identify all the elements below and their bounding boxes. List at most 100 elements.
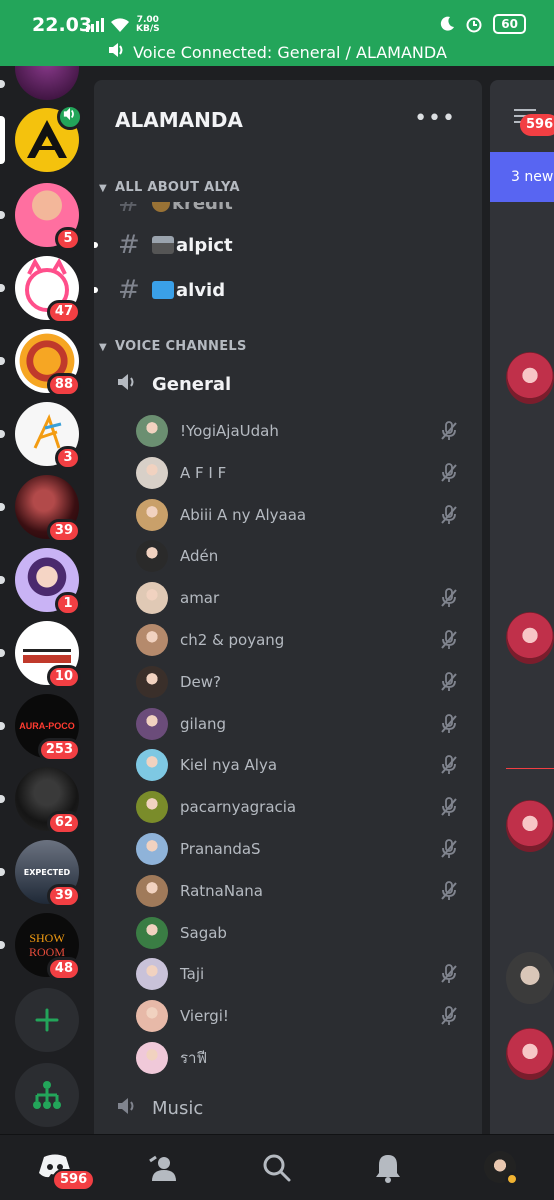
muted-mic-icon: [441, 588, 457, 608]
voice-member[interactable]: ch2 & poyang: [136, 623, 466, 657]
voice-member[interactable]: amar: [136, 581, 466, 615]
server-icon-alamanda[interactable]: [0, 104, 83, 172]
avatar[interactable]: [506, 800, 554, 852]
add-server-button[interactable]: [15, 988, 79, 1052]
voice-member[interactable]: Dew?: [136, 665, 466, 699]
voice-member-name: pacarnyagracia: [180, 798, 297, 817]
server-name[interactable]: ALAMANDA: [115, 108, 243, 132]
voice-connected-bar[interactable]: 22.03 7.00 KB/S 60 Voice Connected: Gener…: [0, 0, 554, 66]
category-header[interactable]: ▼ VOICE CHANNELS: [99, 339, 247, 354]
server-icon[interactable]: 3: [0, 402, 81, 470]
avatar: [136, 833, 168, 865]
server-icon-text: EXPECTED: [23, 867, 71, 877]
avatar: [136, 582, 168, 615]
muted-mic-icon: [441, 671, 457, 691]
server-icon[interactable]: 1: [0, 548, 81, 616]
notifications-tab[interactable]: [374, 1153, 402, 1187]
discover-button[interactable]: [15, 1063, 79, 1127]
channel-emoji-icon: [152, 202, 170, 212]
server-icon[interactable]: 88: [0, 329, 81, 397]
mention-badge: 39: [46, 884, 81, 908]
muted-mic-icon: [441, 630, 457, 649]
voice-member[interactable]: Kiel nya Alya: [136, 748, 466, 782]
voice-member-name: gilang: [180, 714, 227, 733]
server-icon[interactable]: [0, 66, 79, 100]
voice-member[interactable]: Taji: [136, 957, 466, 991]
chat-peek[interactable]: 596 3 new: [490, 80, 554, 1134]
new-messages-bar[interactable]: 3 new: [490, 152, 554, 202]
search-icon: [263, 1154, 291, 1182]
profile-tab[interactable]: [484, 1151, 519, 1186]
mention-badge: 47: [46, 300, 81, 324]
avatar: [136, 1000, 168, 1033]
voice-member[interactable]: PranandaS: [136, 832, 466, 866]
voice-channel-music[interactable]: Music: [116, 1096, 203, 1121]
channel-panel: ALAMANDA ••• ▼ ALL ABOUT ALYA # kredit # …: [94, 80, 482, 1134]
avatar[interactable]: [506, 352, 554, 404]
unread-indicator: [0, 430, 5, 438]
server-rail[interactable]: 5 47 88 3 39 1 10 AURA-POCO 253 62 EXPEC…: [0, 66, 90, 1134]
voice-member-name: Dew?: [180, 672, 222, 691]
channel-item[interactable]: # alvid: [118, 275, 225, 305]
server-icon[interactable]: 5: [0, 183, 81, 251]
unread-indicator: [0, 576, 5, 584]
server-icon[interactable]: 62: [0, 767, 81, 835]
mention-badge: 253: [37, 738, 81, 762]
server-icon-expected[interactable]: EXPECTED 39: [0, 840, 81, 908]
voice-status: Voice Connected: General / ALAMANDA: [0, 42, 554, 62]
muted-mic-icon: [441, 797, 457, 817]
voice-member-name: !YogiAjaUdah: [180, 422, 279, 440]
server-icon-aura-poco[interactable]: AURA-POCO 253: [0, 694, 81, 762]
voice-member-name: Taji: [180, 965, 205, 984]
voice-member-name: ch2 & poyang: [180, 631, 285, 649]
voice-member[interactable]: Adén: [136, 539, 466, 573]
muted-mic-icon: [441, 421, 457, 440]
avatar: [136, 415, 168, 447]
voice-member[interactable]: Abiii A ny Alyaaa: [136, 498, 466, 532]
avatar[interactable]: [506, 612, 554, 664]
mention-badge: 39: [46, 519, 81, 543]
voice-channel-general[interactable]: General: [116, 372, 231, 397]
voice-member[interactable]: RatnaNana: [136, 874, 466, 908]
muted-mic-icon: [441, 1006, 457, 1026]
voice-member-name: Viergi!: [180, 1007, 229, 1026]
bottom-nav: 596: [0, 1134, 554, 1200]
voice-member[interactable]: Sagab: [136, 916, 466, 950]
avatar[interactable]: [506, 952, 554, 1004]
more-options-icon[interactable]: •••: [414, 106, 456, 131]
mention-badge: 48: [46, 957, 81, 981]
voice-member[interactable]: pacarnyagracia: [136, 790, 466, 824]
unread-indicator: [94, 242, 98, 248]
server-icon-showroom[interactable]: SHOW ROOM 48: [0, 913, 81, 981]
category-header[interactable]: ▼ ALL ABOUT ALYA: [99, 180, 240, 195]
status-right: 60: [439, 14, 526, 34]
voice-member[interactable]: ราฟี: [136, 1041, 466, 1075]
avatar: [484, 1151, 519, 1186]
voice-member[interactable]: A F I F: [136, 456, 466, 490]
speaker-icon: [107, 42, 125, 62]
unread-indicator: [0, 284, 5, 292]
server-icon-text: SHOW: [29, 931, 65, 945]
server-icon[interactable]: 47: [0, 256, 81, 324]
voice-status-text: Voice Connected: General / ALAMANDA: [133, 43, 447, 62]
wifi-icon: [111, 18, 129, 32]
voice-member[interactable]: gilang: [136, 707, 466, 741]
video-emoji-icon: [152, 281, 174, 299]
search-tab[interactable]: [262, 1153, 292, 1187]
friends-icon: [149, 1155, 176, 1181]
voice-member-name: RatnaNana: [180, 881, 263, 900]
voice-member[interactable]: !YogiAjaUdah: [136, 414, 466, 448]
server-icon[interactable]: 10: [0, 621, 81, 689]
channel-item[interactable]: # alpict: [118, 230, 233, 260]
unread-indicator: [0, 722, 5, 730]
voice-member[interactable]: Viergi!: [136, 999, 466, 1033]
avatar[interactable]: [506, 1028, 554, 1080]
friends-tab[interactable]: [148, 1155, 178, 1185]
unread-indicator: [0, 211, 5, 219]
status-indicator: [505, 1172, 519, 1186]
hash-icon: #: [118, 275, 140, 305]
server-icon[interactable]: 39: [0, 475, 81, 543]
voice-channel-name: Music: [152, 1098, 204, 1119]
speaker-icon: [116, 372, 152, 397]
voice-channel-name: General: [152, 374, 232, 395]
